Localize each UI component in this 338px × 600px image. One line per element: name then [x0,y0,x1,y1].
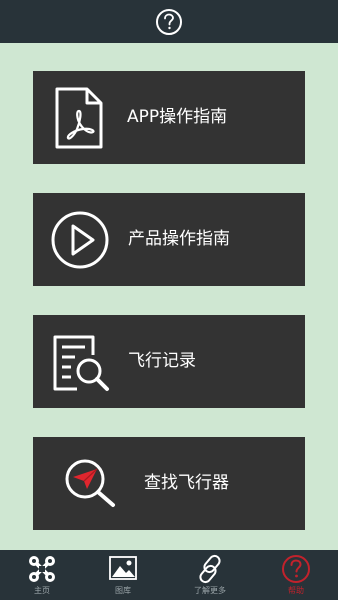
pdf-document-icon [55,87,103,149]
image-icon [109,556,137,580]
menu-card-label: APP操作指南 [127,107,228,127]
menu-card-find-aircraft[interactable]: 查找飞行器 [33,437,305,530]
play-circle-icon [51,211,109,269]
help-circle-icon[interactable] [156,8,182,35]
menu-card-label: 产品操作指南 [128,229,230,249]
tab-home[interactable]: 主页 [0,550,84,600]
document-search-icon [53,335,109,391]
tab-label: 主页 [34,586,50,595]
tab-help[interactable]: 帮助 [254,550,338,600]
help-icon [282,555,310,583]
plane-search-icon [65,459,115,507]
tab-label: 帮助 [288,586,304,595]
menu-card-product-guide[interactable]: 产品操作指南 [33,193,305,286]
link-icon [199,554,221,584]
bottom-tab-bar: 主页 图库 了解更多 帮助 [0,550,338,600]
drone-icon [29,556,55,582]
tab-learn-more[interactable]: 了解更多 [168,550,252,600]
tab-label: 了解更多 [194,586,226,595]
menu-card-flight-records[interactable]: 飞行记录 [33,315,305,408]
tab-gallery[interactable]: 图库 [81,550,165,600]
menu-card-label: 飞行记录 [128,351,196,371]
menu-card-label: 查找飞行器 [144,473,229,493]
top-bar [0,0,338,43]
tab-label: 图库 [115,586,131,595]
menu-card-app-guide[interactable]: APP操作指南 [33,71,305,164]
